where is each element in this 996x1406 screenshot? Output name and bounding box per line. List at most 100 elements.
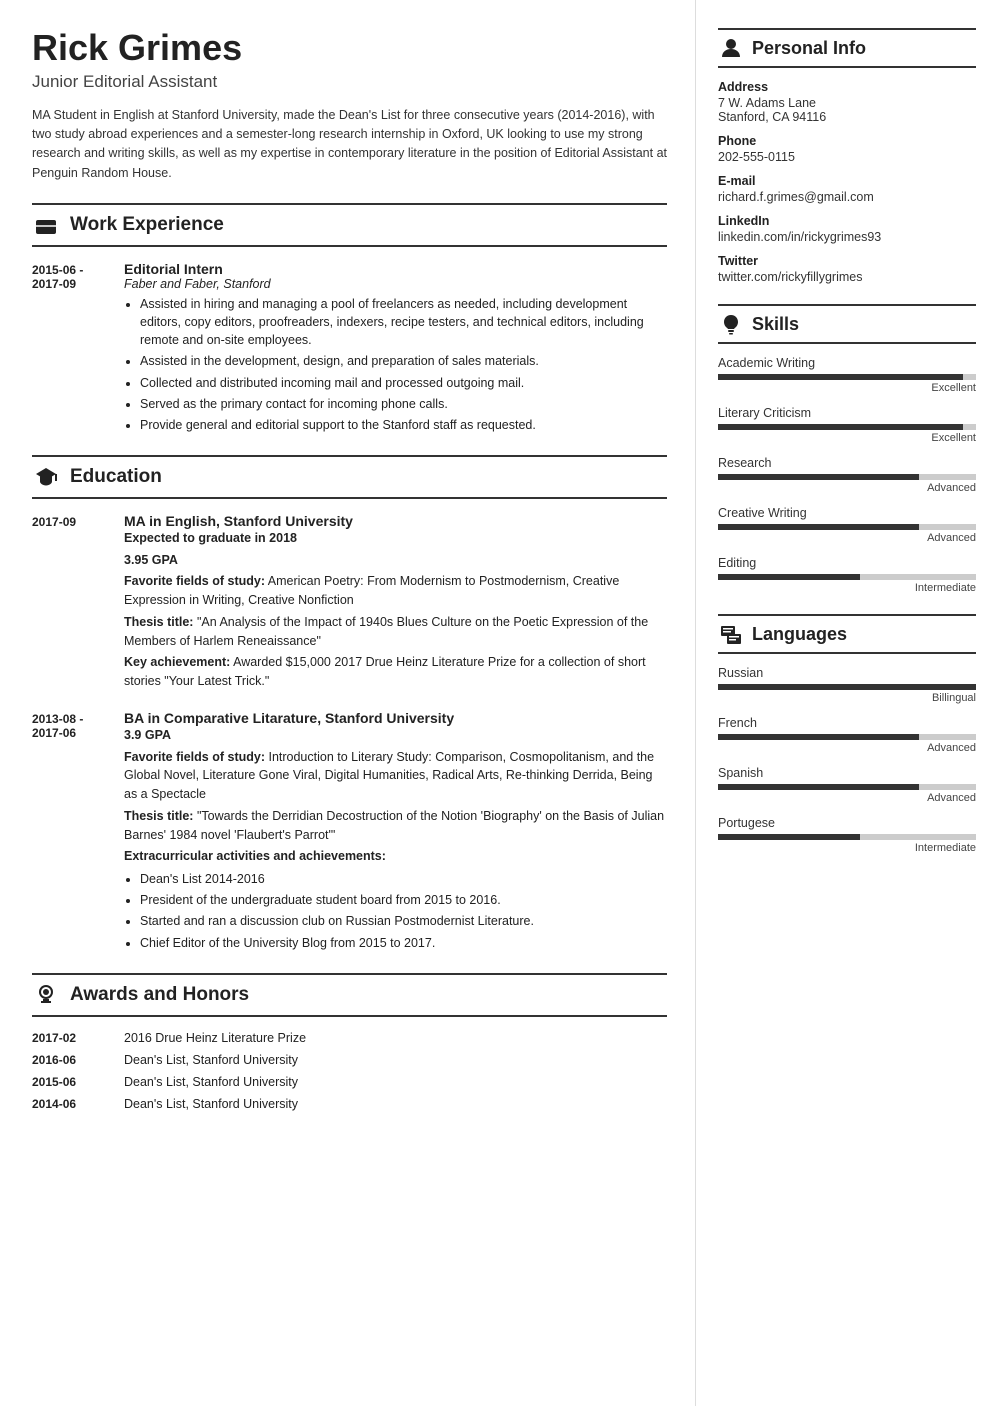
lang-item-1: French Advanced — [718, 716, 976, 754]
edu-line-1-2: Thesis title: "Towards the Derridian Dec… — [124, 807, 667, 845]
languages-section: Languages Russian Billingual French Adva… — [718, 614, 976, 854]
work-date-0: 2015-06 -2017-09 — [32, 261, 112, 437]
lang-level-1: Advanced — [718, 742, 976, 754]
edu-date-0: 2017-09 — [32, 513, 112, 694]
lang-level-2: Advanced — [718, 792, 976, 804]
skill-name-4: Editing — [718, 556, 976, 570]
skill-fill-0 — [718, 374, 963, 380]
award-date-1: 2016-06 — [32, 1053, 112, 1067]
skill-name-0: Academic Writing — [718, 356, 976, 370]
skill-item-1: Literary Criticism Excellent — [718, 406, 976, 444]
work-bullet-0-4: Provide general and editorial support to… — [140, 416, 667, 434]
person-icon — [718, 35, 744, 61]
skill-level-0: Excellent — [718, 382, 976, 394]
edu-line-1-3: Extracurricular activities and achieveme… — [124, 847, 667, 866]
skill-bar-1 — [718, 424, 976, 430]
award-date-2: 2015-06 — [32, 1075, 112, 1089]
edu-entry-0: 2017-09 MA in English, Stanford Universi… — [32, 513, 667, 694]
phone-value: 202-555-0115 — [718, 150, 976, 164]
personal-phone: Phone 202-555-0115 — [718, 134, 976, 164]
briefcase-icon — [32, 211, 60, 239]
award-text-0: 2016 Drue Heinz Literature Prize — [124, 1031, 306, 1045]
lang-level-0: Billingual — [718, 692, 976, 704]
personal-email: E-mail richard.f.grimes@gmail.com — [718, 174, 976, 204]
edu-bullet-1-2: Started and ran a discussion club on Rus… — [140, 912, 667, 930]
work-bullet-0-2: Collected and distributed incoming mail … — [140, 374, 667, 392]
awards-header: Awards and Honors — [32, 973, 667, 1017]
lang-fill-0 — [718, 684, 976, 690]
award-text-1: Dean's List, Stanford University — [124, 1053, 298, 1067]
lang-bar-0 — [718, 684, 976, 690]
edu-bullet-1-3: Chief Editor of the University Blog from… — [140, 934, 667, 952]
languages-header: Languages — [718, 614, 976, 654]
personal-info-title: Personal Info — [752, 38, 866, 59]
work-experience-header: Work Experience — [32, 203, 667, 247]
lang-item-3: Portugese Intermediate — [718, 816, 976, 854]
work-content-0: Editorial Intern Faber and Faber, Stanfo… — [124, 261, 667, 437]
work-experience-section: Work Experience 2015-06 -2017-09 Editori… — [32, 203, 667, 437]
award-icon — [32, 981, 60, 1009]
award-date-3: 2014-06 — [32, 1097, 112, 1111]
skill-bar-2 — [718, 474, 976, 480]
education-header: Education — [32, 455, 667, 499]
lang-item-2: Spanish Advanced — [718, 766, 976, 804]
edu-date-1: 2013-08 -2017-06 — [32, 710, 112, 955]
award-text-3: Dean's List, Stanford University — [124, 1097, 298, 1111]
lang-bar-1 — [718, 734, 976, 740]
work-bullet-0-1: Assisted in the development, design, and… — [140, 352, 667, 370]
skill-name-2: Research — [718, 456, 976, 470]
award-row-2: 2015-06 Dean's List, Stanford University — [32, 1075, 667, 1089]
edu-line-1-0: 3.9 GPA — [124, 726, 667, 745]
skill-name-3: Creative Writing — [718, 506, 976, 520]
edu-bullets-1: Dean's List 2014-2016 President of the u… — [124, 870, 667, 952]
work-experience-title: Work Experience — [70, 214, 224, 236]
edu-line-0-2: Favorite fields of study: American Poetr… — [124, 572, 667, 610]
twitter-value: twitter.com/rickyfillygrimes — [718, 270, 976, 284]
skill-fill-2 — [718, 474, 919, 480]
twitter-label: Twitter — [718, 254, 976, 268]
awards-section: Awards and Honors 2017-02 2016 Drue Hein… — [32, 973, 667, 1111]
skill-fill-1 — [718, 424, 963, 430]
edu-bullet-1-1: President of the undergraduate student b… — [140, 891, 667, 909]
personal-address: Address 7 W. Adams LaneStanford, CA 9411… — [718, 80, 976, 124]
address-label: Address — [718, 80, 976, 94]
phone-label: Phone — [718, 134, 976, 148]
award-row-1: 2016-06 Dean's List, Stanford University — [32, 1053, 667, 1067]
edu-bullet-1-0: Dean's List 2014-2016 — [140, 870, 667, 888]
edu-entry-1: 2013-08 -2017-06 BA in Comparative Litar… — [32, 710, 667, 955]
skill-fill-4 — [718, 574, 860, 580]
lang-bar-3 — [718, 834, 976, 840]
edu-title-1: BA in Comparative Litarature, Stanford U… — [124, 710, 667, 726]
edu-line-0-3: Thesis title: "An Analysis of the Impact… — [124, 613, 667, 651]
lang-bar-2 — [718, 784, 976, 790]
skill-bar-4 — [718, 574, 976, 580]
lang-name-1: French — [718, 716, 976, 730]
skill-item-4: Editing Intermediate — [718, 556, 976, 594]
skill-bar-0 — [718, 374, 976, 380]
award-text-2: Dean's List, Stanford University — [124, 1075, 298, 1089]
award-row-0: 2017-02 2016 Drue Heinz Literature Prize — [32, 1031, 667, 1045]
skill-item-0: Academic Writing Excellent — [718, 356, 976, 394]
languages-title: Languages — [752, 624, 847, 645]
skills-title: Skills — [752, 314, 799, 335]
skill-item-2: Research Advanced — [718, 456, 976, 494]
lang-item-0: Russian Billingual — [718, 666, 976, 704]
edu-line-0-1: 3.95 GPA — [124, 551, 667, 570]
lang-fill-1 — [718, 734, 919, 740]
skills-header: Skills — [718, 304, 976, 344]
languages-icon — [718, 621, 744, 647]
lang-level-3: Intermediate — [718, 842, 976, 854]
person-name: Rick Grimes — [32, 28, 667, 68]
lang-name-3: Portugese — [718, 816, 976, 830]
lang-name-2: Spanish — [718, 766, 976, 780]
address-value: 7 W. Adams LaneStanford, CA 94116 — [718, 96, 976, 124]
personal-info-header: Personal Info — [718, 28, 976, 68]
edu-content-0: MA in English, Stanford University Expec… — [124, 513, 667, 694]
linkedin-value: linkedin.com/in/rickygrimes93 — [718, 230, 976, 244]
work-entry-0: 2015-06 -2017-09 Editorial Intern Faber … — [32, 261, 667, 437]
edu-title-0: MA in English, Stanford University — [124, 513, 667, 529]
skills-section: Skills Academic Writing Excellent Litera… — [718, 304, 976, 594]
person-title: Junior Editorial Assistant — [32, 72, 667, 92]
edu-line-1-1: Favorite fields of study: Introduction t… — [124, 748, 667, 804]
skill-level-3: Advanced — [718, 532, 976, 544]
